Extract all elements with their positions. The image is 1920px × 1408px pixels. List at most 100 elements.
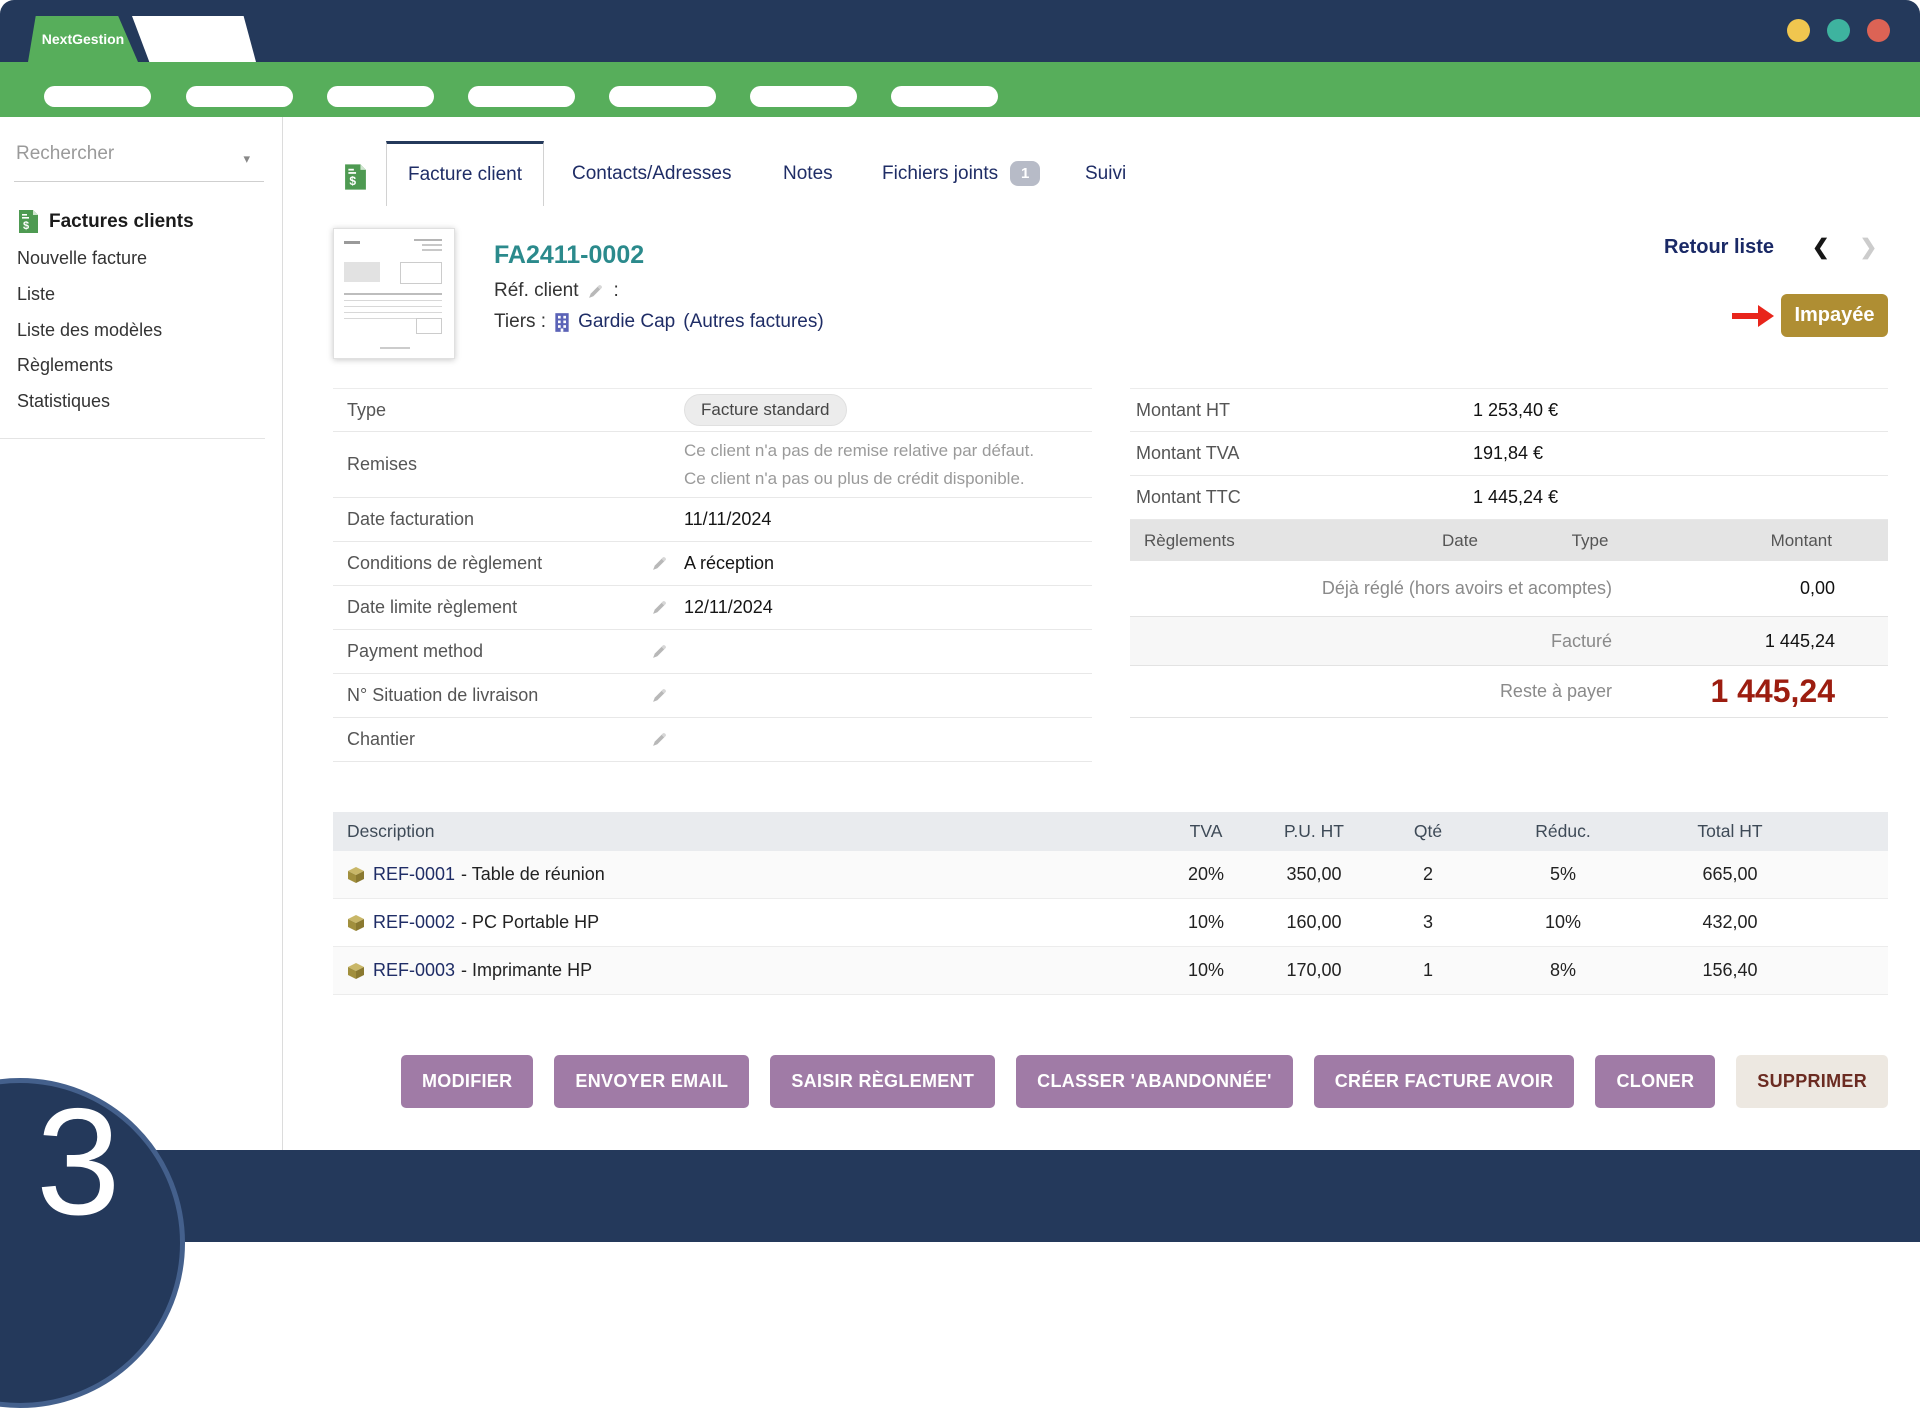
amount-label: Montant TVA bbox=[1136, 443, 1473, 464]
cell-reduc: 5% bbox=[1482, 864, 1644, 885]
cell-reduc: 8% bbox=[1482, 960, 1644, 981]
back-to-list-link[interactable]: Retour liste bbox=[1664, 236, 1774, 259]
invoice-type-pill: Facture standard bbox=[684, 394, 847, 426]
saisir-reglement-button[interactable]: SAISIR RÈGLEMENT bbox=[770, 1055, 995, 1108]
brand-name: NextGestion bbox=[42, 31, 124, 47]
product-ref-link[interactable]: REF-0003 bbox=[373, 960, 455, 981]
reste-a-payer-row: Reste à payer 1 445,24 bbox=[1130, 666, 1888, 718]
brand-logo: NextGestion bbox=[28, 16, 138, 62]
menu-item-placeholder[interactable] bbox=[468, 86, 575, 107]
search-input[interactable]: Rechercher ▾ bbox=[16, 143, 264, 165]
detail-label: Date facturation bbox=[347, 509, 650, 530]
total-value: 1 445,24 bbox=[1612, 631, 1888, 652]
detail-row-situation-livraison: N° Situation de livraison bbox=[333, 674, 1092, 718]
main-menu-bar bbox=[0, 62, 1920, 117]
payments-col-type: Type bbox=[1530, 531, 1650, 551]
detail-row-date-facturation: Date facturation 11/11/2024 bbox=[333, 498, 1092, 542]
creer-facture-avoir-button[interactable]: CRÉER FACTURE AVOIR bbox=[1314, 1055, 1575, 1108]
search-placeholder: Rechercher bbox=[16, 143, 114, 164]
total-label: Reste à payer bbox=[1130, 681, 1612, 702]
invoice-lines-table: Description TVA P.U. HT Qté Réduc. Total… bbox=[333, 812, 1888, 995]
remises-info: Ce client n'a pas de remise relative par… bbox=[684, 437, 1034, 491]
detail-label: Date limite règlement bbox=[347, 597, 650, 618]
amount-label: Montant HT bbox=[1136, 400, 1473, 421]
cell-total: 432,00 bbox=[1644, 912, 1816, 933]
tab-fichiers-joints[interactable]: Fichiers joints 1 bbox=[882, 141, 1040, 206]
menu-item-placeholder[interactable] bbox=[609, 86, 716, 107]
next-invoice-chevron-icon[interactable]: ❯ bbox=[1860, 235, 1878, 260]
detail-row-chantier: Chantier bbox=[333, 718, 1092, 762]
colon: : bbox=[613, 280, 618, 302]
product-description: - PC Portable HP bbox=[461, 912, 599, 933]
cell-reduc: 10% bbox=[1482, 912, 1644, 933]
cell-qty: 3 bbox=[1374, 912, 1482, 933]
envoyer-email-button[interactable]: ENVOYER EMAIL bbox=[554, 1055, 749, 1108]
detail-value: 11/11/2024 bbox=[684, 509, 771, 530]
tiers-other-invoices-link[interactable]: (Autres factures) bbox=[683, 311, 823, 333]
footer-bar bbox=[0, 1150, 1920, 1242]
tab-label: Facture client bbox=[408, 164, 522, 186]
product-cube-icon bbox=[347, 914, 365, 932]
sidebar-section-factures-clients[interactable]: $ Factures clients bbox=[18, 209, 194, 234]
chevron-down-icon[interactable]: ▾ bbox=[243, 151, 250, 167]
menu-item-placeholder[interactable] bbox=[750, 86, 857, 107]
reste-a-payer-value: 1 445,24 bbox=[1612, 673, 1888, 710]
facture-row: Facturé 1 445,24 bbox=[1130, 617, 1888, 666]
invoice-pdf-thumbnail[interactable] bbox=[333, 228, 455, 359]
product-cube-icon bbox=[347, 962, 365, 980]
modifier-button[interactable]: MODIFIER bbox=[401, 1055, 533, 1108]
ref-client-label: Réf. client bbox=[494, 280, 578, 302]
edit-pencil-icon[interactable] bbox=[650, 598, 669, 617]
cloner-button[interactable]: CLONER bbox=[1595, 1055, 1715, 1108]
sidebar-item-liste-des-modeles[interactable]: Liste des modèles bbox=[17, 320, 162, 341]
browser-tab-placeholder[interactable] bbox=[132, 16, 256, 62]
detail-label: Type bbox=[347, 400, 650, 421]
tiers-name-link[interactable]: Gardie Cap bbox=[578, 311, 675, 333]
detail-row-type: Type Facture standard bbox=[333, 388, 1092, 432]
detail-label: Payment method bbox=[347, 641, 650, 662]
product-ref-link[interactable]: REF-0002 bbox=[373, 912, 455, 933]
menu-item-placeholder[interactable] bbox=[186, 86, 293, 107]
product-ref-link[interactable]: REF-0001 bbox=[373, 864, 455, 885]
previous-invoice-chevron-icon[interactable]: ❮ bbox=[1812, 235, 1830, 260]
tab-notes[interactable]: Notes bbox=[783, 141, 833, 206]
menu-item-placeholder[interactable] bbox=[891, 86, 998, 107]
annotation-red-arrow-icon bbox=[1732, 303, 1774, 329]
table-row: REF-0001 - Table de réunion 20% 350,00 2… bbox=[333, 851, 1888, 899]
close-button[interactable] bbox=[1867, 19, 1890, 42]
menu-item-placeholder[interactable] bbox=[44, 86, 151, 107]
left-sidebar: Rechercher ▾ $ Factures clients Nouvelle… bbox=[0, 117, 283, 1150]
step-number: 3 bbox=[36, 1086, 121, 1238]
edit-pencil-icon[interactable] bbox=[650, 554, 669, 573]
tab-facture-client[interactable]: Facture client bbox=[386, 141, 544, 206]
classer-abandonnee-button[interactable]: CLASSER 'ABANDONNÉE' bbox=[1016, 1055, 1293, 1108]
amount-value: 191,84 € bbox=[1473, 443, 1543, 464]
sidebar-item-statistiques[interactable]: Statistiques bbox=[17, 391, 110, 412]
invoice-details-table: Type Facture standard Remises Ce client … bbox=[333, 388, 1092, 762]
tab-label: Fichiers joints bbox=[882, 163, 998, 185]
window-title-bar: NextGestion bbox=[0, 0, 1920, 62]
tab-suivi[interactable]: Suivi bbox=[1085, 141, 1126, 206]
montant-ht-row: Montant HT 1 253,40 € bbox=[1130, 388, 1888, 432]
maximize-button[interactable] bbox=[1827, 19, 1850, 42]
edit-pencil-icon[interactable] bbox=[586, 282, 605, 301]
col-total-ht: Total HT bbox=[1644, 821, 1816, 842]
minimize-button[interactable] bbox=[1787, 19, 1810, 42]
tab-contacts-adresses[interactable]: Contacts/Adresses bbox=[572, 141, 731, 206]
menu-item-placeholder[interactable] bbox=[327, 86, 434, 107]
detail-row-remises: Remises Ce client n'a pas de remise rela… bbox=[333, 432, 1092, 498]
total-label: Facturé bbox=[1130, 631, 1612, 652]
sidebar-item-liste[interactable]: Liste bbox=[17, 284, 55, 305]
sidebar-item-nouvelle-facture[interactable]: Nouvelle facture bbox=[17, 248, 147, 269]
supprimer-button[interactable]: SUPPRIMER bbox=[1736, 1055, 1888, 1108]
edit-pencil-icon[interactable] bbox=[650, 642, 669, 661]
payments-col-reglements: Règlements bbox=[1130, 531, 1390, 551]
edit-pencil-icon[interactable] bbox=[650, 730, 669, 749]
remise-line: Ce client n'a pas ou plus de crédit disp… bbox=[684, 469, 1025, 488]
total-value: 0,00 bbox=[1612, 578, 1888, 599]
sidebar-item-reglements[interactable]: Règlements bbox=[17, 355, 113, 376]
edit-pencil-icon[interactable] bbox=[650, 686, 669, 705]
payments-table-header: Règlements Date Type Montant bbox=[1130, 520, 1888, 561]
amounts-summary: Montant HT 1 253,40 € Montant TVA 191,84… bbox=[1130, 388, 1888, 718]
detail-row-payment-method: Payment method bbox=[333, 630, 1092, 674]
